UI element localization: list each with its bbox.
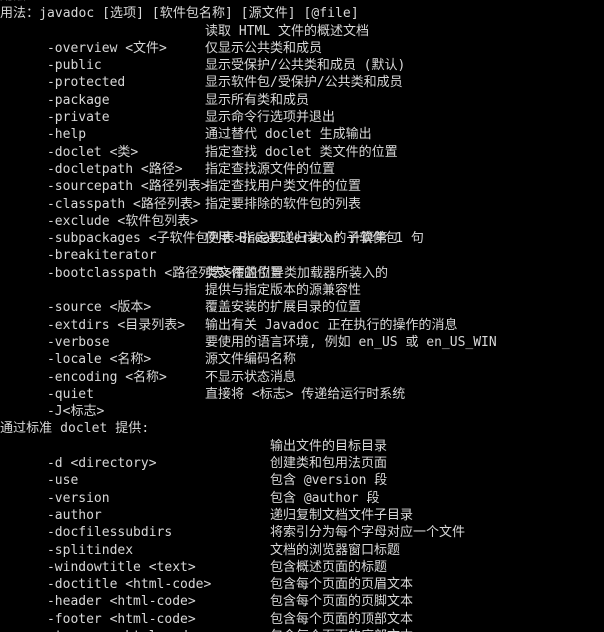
doclet-option-row: -use 创建类和包用法页面 — [0, 455, 604, 488]
option-description: 文档的浏览器窗口标题 — [270, 542, 401, 558]
option-description-continuation: 类文件的位置 — [205, 265, 284, 281]
option-description: 直接将 <标志> 传递给运行时系统 — [205, 386, 406, 402]
option-description: 显示软件包/受保护/公共类和成员 — [205, 75, 403, 91]
option-description: 输出有关 Javadoc 正在执行的操作的消息 — [205, 317, 458, 333]
option-description: 包含每个页面的顶部文本 — [270, 611, 414, 627]
option-description: 包含概述页面的标题 — [270, 559, 388, 575]
option-description: 显示所有类和成员 — [205, 92, 310, 108]
option-row: -sourcepath <路径列表> 指定查找源文件的位置 — [0, 161, 604, 194]
terminal-screen: 用法 用法：javadoc [选项] [软件包名称] [源文件] [@file]… — [0, 0, 604, 632]
doclet-option-row: -bottom <html-code> 包含每个页面的底部文本 — [0, 628, 604, 632]
option-description: 包含每个页面的底部文本 — [270, 628, 413, 632]
option-description: 覆盖安装的扩展目录的位置 — [205, 300, 362, 316]
option-row: -docletpath <路径> 指定查找 doclet 类文件的位置 — [0, 144, 604, 177]
doclet-option-row: -header <html-code> 包含每个页面的页眉文本 — [0, 576, 604, 609]
option-description: 包含每个页面的页眉文本 — [270, 577, 414, 593]
option-description: 指定要排除的软件包的列表 — [205, 196, 362, 212]
option-description: 递归复制文档文件子目录 — [270, 507, 414, 523]
doclet-option-row: -footer <html-code> 包含每个页面的页脚文本 — [0, 593, 604, 626]
option-row: -extdirs <目录列表> 覆盖安装的扩展目录的位置 — [0, 299, 604, 332]
option-description: 不显示状态消息 — [205, 369, 297, 385]
option-description: 指定查找用户类文件的位置 — [205, 179, 362, 195]
usage-line: 用法：javadoc [选项] [软件包名称] [源文件] [@file] — [0, 6, 359, 22]
doclet-option-row: -version 包含 @version 段 — [0, 472, 604, 505]
option-row: -classpath <路径列表> 指定查找用户类文件的位置 — [0, 178, 604, 211]
option-row: -verbose 输出有关 Javadoc 正在执行的操作的消息 — [0, 317, 604, 350]
option-row: -quiet 不显示状态消息 — [0, 369, 604, 402]
option-description: 指定查找 doclet 类文件的位置 — [205, 144, 398, 160]
option-description: 源文件编码名称 — [205, 352, 297, 368]
partial-scrolled-line: 用法 — [0, 0, 604, 5]
option-description: 显示受保护/公共类和成员 (默认) — [205, 58, 406, 74]
terminal-window[interactable]: 用法 用法：javadoc [选项] [软件包名称] [源文件] [@file]… — [0, 0, 604, 632]
option-row: -public 仅显示公共类和成员 — [0, 40, 604, 73]
doclet-option-row: -windowtitle <text> 文档的浏览器窗口标题 — [0, 542, 604, 575]
option-row: -encoding <名称> 源文件编码名称 — [0, 351, 604, 384]
doclet-option-row: -splitindex 将索引分为每个字母对应一个文件 — [0, 524, 604, 557]
doclet-option-row: -docfilessubdirs 递归复制文档文件子目录 — [0, 507, 604, 540]
option-description: 使用 BreakIterator 计算第 1 句 — [205, 231, 424, 247]
option-row: -protected 显示受保护/公共类和成员 (默认) — [0, 57, 604, 90]
option-continuation-row: 类文件的位置 — [0, 265, 604, 282]
option-row: -subpackages <子软件包列表>指定要递归装入的子软件包 — [0, 213, 604, 246]
option-row: -doclet <类> 通过替代 doclet 生成输出 — [0, 126, 604, 159]
option-row: -J<标志> 直接将 <标志> 传递给运行时系统 — [0, 386, 604, 419]
option-row: -breakiterator 使用 BreakIterator 计算第 1 句 — [0, 230, 604, 263]
option-row: -private 显示所有类和成员 — [0, 92, 604, 125]
option-flag: -J<标志> — [46, 404, 105, 420]
option-row: -package 显示软件包/受保护/公共类和成员 — [0, 74, 604, 107]
option-description: 创建类和包用法页面 — [270, 456, 388, 472]
option-description: 显示命令行选项并退出 — [205, 110, 336, 126]
option-description: 指定查找源文件的位置 — [205, 161, 336, 177]
option-description: 将索引分为每个字母对应一个文件 — [270, 525, 466, 541]
option-description: 要使用的语言环境, 例如 en_US 或 en_US_WIN — [205, 334, 497, 350]
option-description: 包含每个页面的页脚文本 — [270, 594, 414, 610]
option-row: -source <版本> 提供与指定版本的源兼容性 — [0, 282, 604, 315]
option-description: 通过替代 doclet 生成输出 — [205, 127, 372, 143]
option-description: 包含 @author 段 — [270, 490, 380, 506]
doclet-option-row: -author 包含 @author 段 — [0, 490, 604, 523]
option-description: 仅显示公共类和成员 — [205, 40, 323, 56]
doclet-option-row: -d <directory> 输出文件的目标目录 — [0, 438, 604, 471]
doclet-option-row: -doctitle <html-code> 包含概述页面的标题 — [0, 559, 604, 592]
option-row: -exclude <软件包列表> 指定要排除的软件包的列表 — [0, 196, 604, 229]
option-description: 输出文件的目标目录 — [270, 438, 388, 454]
option-row: -overview <文件> 读取 HTML 文件的概述文档 — [0, 23, 604, 56]
option-row: -locale <名称> 要使用的语言环境, 例如 en_US 或 en_US_… — [0, 334, 604, 367]
option-row: -bootclasspath <路径列表>覆盖引导类加载器所装入的 — [0, 247, 604, 281]
option-description: 包含 @version 段 — [270, 473, 388, 489]
option-row: -help 显示命令行选项并退出 — [0, 109, 604, 142]
option-description: 提供与指定版本的源兼容性 — [205, 283, 362, 299]
doclet-section-header: 通过标准 doclet 提供: — [0, 421, 150, 437]
doclet-option-row: -top <html-code> 包含每个页面的顶部文本 — [0, 611, 604, 632]
option-description: 读取 HTML 文件的概述文档 — [205, 23, 369, 39]
